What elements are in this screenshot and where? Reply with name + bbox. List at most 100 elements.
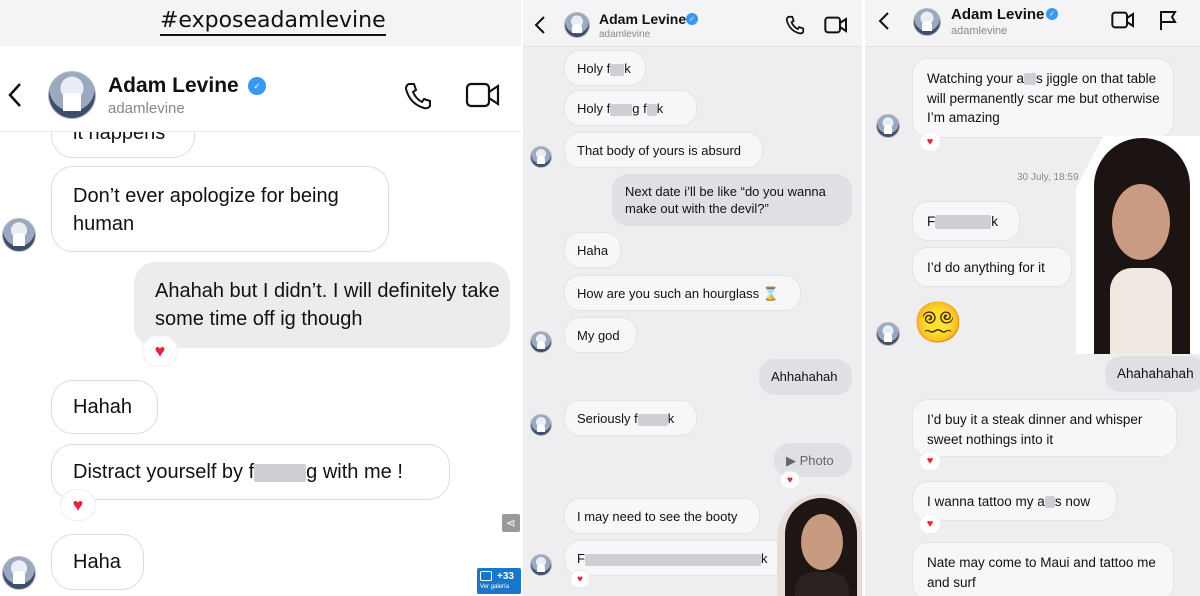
message-bubble-outgoing[interactable]: Ahahah but I didn’t. I will definitely t…: [134, 262, 510, 348]
censor-block: [610, 103, 633, 116]
message-text: Fk: [927, 214, 998, 230]
message-bubble[interactable]: I may need to see the booty: [564, 498, 760, 534]
heart-reaction-icon[interactable]: ♥: [61, 490, 95, 520]
phone-icon[interactable]: [784, 14, 806, 36]
chat-panel-1: #exposeadamlevine Adam Levine ✓ adamlevi…: [0, 0, 521, 596]
message-text: I’d do anything for it: [927, 260, 1045, 275]
contact-username: adamlevine: [951, 25, 1008, 37]
gallery-caption: Ver galería: [480, 584, 510, 590]
message-text: Watching your as jiggle on that table wi…: [927, 69, 1165, 128]
video-call-icon[interactable]: [824, 15, 848, 35]
message-bubble[interactable]: Holy f g f k: [564, 90, 697, 126]
chat-panel-3: Adam Levine ✓ adamlevine Watching your a…: [865, 0, 1200, 596]
text-segment: g with me !: [306, 461, 403, 483]
message-bubble[interactable]: Fk: [912, 201, 1020, 241]
video-call-icon[interactable]: [465, 80, 501, 110]
message-bubble[interactable]: Nate may come to Maui and tattoo me and …: [912, 542, 1174, 596]
message-bubble[interactable]: Hahah: [51, 380, 158, 434]
text-segment: Watching your a: [927, 71, 1025, 86]
message-bubble-outgoing[interactable]: Ahahahahah: [1105, 356, 1200, 392]
verified-badge-icon: ✓: [248, 77, 266, 95]
heart-reaction-icon[interactable]: ♥: [781, 472, 799, 488]
message-bubble[interactable]: That body of yours is absurd: [564, 132, 763, 168]
text-segment: Seriously f: [577, 411, 638, 426]
heart-reaction-icon[interactable]: ♥: [571, 571, 589, 587]
message-text: ▶ Photo: [786, 453, 834, 468]
message-text: Holy f g f k: [577, 101, 663, 116]
message-text: Ahahah but I didn’t. I will definitely t…: [155, 280, 500, 330]
avatar[interactable]: [564, 12, 590, 38]
share-icon[interactable]: ⋖: [502, 514, 520, 532]
heart-reaction-icon[interactable]: ♥: [143, 336, 177, 366]
heart-reaction-icon[interactable]: ♥: [920, 452, 940, 470]
back-icon[interactable]: [6, 80, 26, 110]
sender-avatar: [2, 556, 36, 590]
contact-name[interactable]: Adam Levine: [951, 6, 1044, 23]
censor-block: [935, 215, 992, 230]
message-bubble[interactable]: My god: [564, 317, 637, 353]
gallery-badge[interactable]: +33 Ver galería: [477, 568, 521, 594]
report-flag-icon[interactable]: [1158, 9, 1178, 31]
header-divider: [0, 131, 521, 132]
text-segment: k: [991, 214, 998, 229]
contact-name[interactable]: Adam Levine: [108, 74, 239, 98]
back-icon[interactable]: [533, 14, 547, 36]
message-text: Haha: [73, 551, 121, 573]
heart-reaction-icon[interactable]: ♥: [920, 133, 940, 151]
message-bubble[interactable]: Holy f k: [564, 50, 646, 86]
text-segment: k: [760, 551, 768, 566]
message-bubble[interactable]: I wanna tattoo my a s now: [912, 481, 1117, 521]
chat-panel-2: Adam Levine ✓ adamlevine Holy f k Holy f g…: [523, 0, 862, 596]
avatar[interactable]: [48, 71, 96, 119]
message-text: How are you such an hourglass ⌛: [577, 286, 779, 301]
gallery-count: +33: [497, 571, 514, 582]
message-bubble[interactable]: Distract yourself by f g with me !: [51, 444, 450, 500]
message-text: Haha: [577, 243, 609, 258]
message-text: I may need to see the booty: [577, 509, 738, 524]
message-bubble-outgoing[interactable]: Next date i’ll be like “do you wanna mak…: [612, 174, 852, 226]
censor-block: [646, 103, 657, 116]
sender-avatar: [530, 414, 552, 436]
message-bubble[interactable]: Seriously f k: [564, 400, 697, 436]
message-text: That body of yours is absurd: [577, 143, 742, 158]
header-divider: [523, 46, 862, 47]
caption: #exposeadamlevine: [160, 8, 386, 36]
message-bubble[interactable]: I’d do anything for it: [912, 247, 1072, 287]
message-bubble[interactable]: Don’t ever apologize for being human: [51, 166, 389, 252]
message-bubble[interactable]: Haha: [51, 534, 144, 590]
message-bubble[interactable]: Watching your as jiggle on that table wi…: [912, 58, 1174, 138]
text-segment: k: [656, 101, 664, 116]
sender-avatar: [530, 331, 552, 353]
sender-avatar: [876, 322, 900, 346]
text-segment: F: [577, 551, 585, 566]
message-bubble[interactable]: Haha: [564, 232, 621, 268]
back-icon[interactable]: [877, 10, 891, 32]
timestamp: 30 July, 18:59: [1017, 172, 1079, 183]
message-bubble[interactable]: I’d buy it a steak dinner and whisper sw…: [912, 399, 1177, 457]
message-bubble[interactable]: Fk: [564, 540, 788, 576]
message-text: Holy f k: [577, 61, 631, 76]
sender-avatar: [530, 554, 552, 576]
video-call-icon[interactable]: [1111, 10, 1135, 30]
text-segment: g f: [632, 101, 647, 116]
dizzy-emoji-message[interactable]: 😵‍💫: [913, 298, 963, 348]
text-segment: Holy f: [577, 61, 611, 76]
phone-icon[interactable]: [402, 80, 434, 112]
camera-icon: [480, 571, 492, 581]
contact-name[interactable]: Adam Levine: [599, 11, 686, 27]
censor-block: [584, 553, 761, 566]
sender-avatar: [2, 218, 36, 252]
message-text: Next date i’ll be like “do you wanna mak…: [625, 184, 826, 216]
verified-badge-icon: ✓: [1046, 8, 1058, 20]
message-bubble-outgoing[interactable]: Ahhahahah: [759, 359, 852, 395]
contact-username: adamlevine: [108, 100, 185, 117]
creator-video-overlay: [777, 494, 862, 596]
censor-block: [1044, 496, 1055, 509]
message-text: Ahahahahah: [1117, 366, 1194, 381]
message-bubble[interactable]: How are you such an hourglass ⌛: [564, 275, 801, 311]
message-text: Hahah: [73, 396, 132, 418]
text-segment: Holy f: [577, 101, 611, 116]
creator-video-overlay: [1076, 136, 1200, 354]
heart-reaction-icon[interactable]: ♥: [920, 515, 940, 533]
avatar[interactable]: [913, 8, 941, 36]
